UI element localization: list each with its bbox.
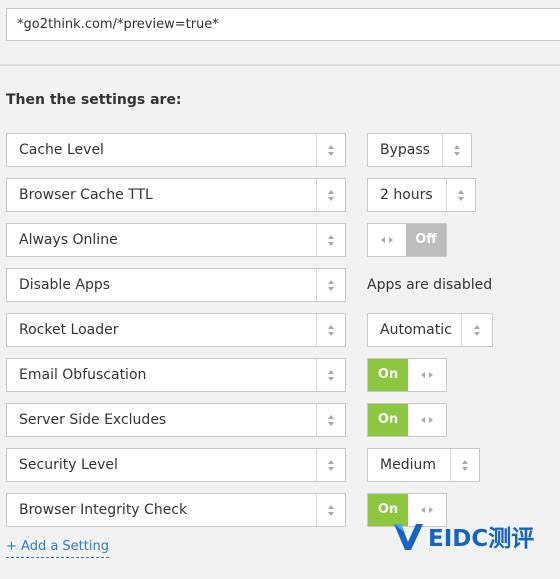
select-arrows-icon — [316, 179, 345, 211]
watermark-logo: EIDC测评 — [392, 514, 542, 558]
setting-label: Rocket Loader — [19, 322, 119, 338]
setting-select-browser-cache-ttl[interactable]: Browser Cache TTL — [6, 178, 346, 212]
value-label: Bypass — [380, 142, 430, 158]
setting-row-browser-cache-ttl: Browser Cache TTL 2 hours — [6, 178, 560, 212]
select-arrows-icon — [316, 449, 345, 481]
value-select-rocket-loader[interactable]: Automatic — [367, 313, 493, 347]
add-setting-link[interactable]: + Add a Setting — [6, 539, 109, 558]
toggle-email-obfuscation[interactable]: On — [367, 358, 447, 392]
setting-select-cache-level[interactable]: Cache Level — [6, 133, 346, 167]
watermark-text: EIDC测评 — [428, 526, 535, 552]
disable-apps-status: Apps are disabled — [367, 277, 493, 293]
setting-row-disable-apps: Disable Apps Apps are disabled — [6, 268, 560, 302]
select-arrows-icon — [316, 224, 345, 256]
value-select-cache-level[interactable]: Bypass — [367, 133, 472, 167]
select-arrows-icon — [442, 134, 471, 166]
watermark-v-icon — [394, 524, 423, 550]
setting-select-security-level[interactable]: Security Level — [6, 448, 346, 482]
setting-label: Server Side Excludes — [19, 412, 167, 428]
setting-row-server-side-excludes: Server Side Excludes On — [6, 403, 560, 437]
select-arrows-icon — [316, 404, 345, 436]
setting-label: Browser Cache TTL — [19, 187, 153, 203]
setting-select-browser-integrity-check[interactable]: Browser Integrity Check — [6, 493, 346, 527]
setting-select-rocket-loader[interactable]: Rocket Loader — [6, 313, 346, 347]
setting-row-rocket-loader: Rocket Loader Automatic — [6, 313, 560, 347]
select-arrows-icon — [316, 359, 345, 391]
setting-select-disable-apps[interactable]: Disable Apps — [6, 268, 346, 302]
setting-row-cache-level: Cache Level Bypass — [6, 133, 560, 167]
toggle-handle-icon — [408, 404, 446, 436]
value-label: Automatic — [380, 322, 452, 338]
setting-select-email-obfuscation[interactable]: Email Obfuscation — [6, 358, 346, 392]
select-arrows-icon — [316, 494, 345, 526]
select-arrows-icon — [316, 314, 345, 346]
url-pattern-input[interactable]: *go2think.com/*preview=true* — [6, 8, 560, 41]
select-arrows-icon — [316, 269, 345, 301]
select-arrows-icon — [446, 179, 475, 211]
select-arrows-icon — [461, 314, 492, 346]
toggle-state-label: Off — [406, 224, 446, 256]
toggle-state-label: On — [368, 404, 408, 436]
setting-label: Cache Level — [19, 142, 104, 158]
select-arrows-icon — [316, 134, 345, 166]
setting-label: Security Level — [19, 457, 118, 473]
setting-label: Browser Integrity Check — [19, 502, 188, 518]
settings-heading: Then the settings are: — [6, 92, 182, 108]
section-divider — [0, 64, 560, 66]
value-label: 2 hours — [380, 187, 433, 203]
setting-select-server-side-excludes[interactable]: Server Side Excludes — [6, 403, 346, 437]
setting-label: Disable Apps — [19, 277, 111, 293]
toggle-handle-icon — [408, 359, 446, 391]
toggle-always-online[interactable]: Off — [367, 223, 447, 257]
setting-row-email-obfuscation: Email Obfuscation On — [6, 358, 560, 392]
setting-label: Always Online — [19, 232, 118, 248]
toggle-server-side-excludes[interactable]: On — [367, 403, 447, 437]
value-select-security-level[interactable]: Medium — [367, 448, 480, 482]
select-arrows-icon — [450, 449, 479, 481]
toggle-state-label: On — [368, 359, 408, 391]
value-select-browser-cache-ttl[interactable]: 2 hours — [367, 178, 476, 212]
toggle-handle-icon — [368, 224, 406, 256]
setting-row-always-online: Always Online Off — [6, 223, 560, 257]
setting-select-always-online[interactable]: Always Online — [6, 223, 346, 257]
setting-row-security-level: Security Level Medium — [6, 448, 560, 482]
setting-label: Email Obfuscation — [19, 367, 147, 383]
value-label: Medium — [380, 457, 436, 473]
